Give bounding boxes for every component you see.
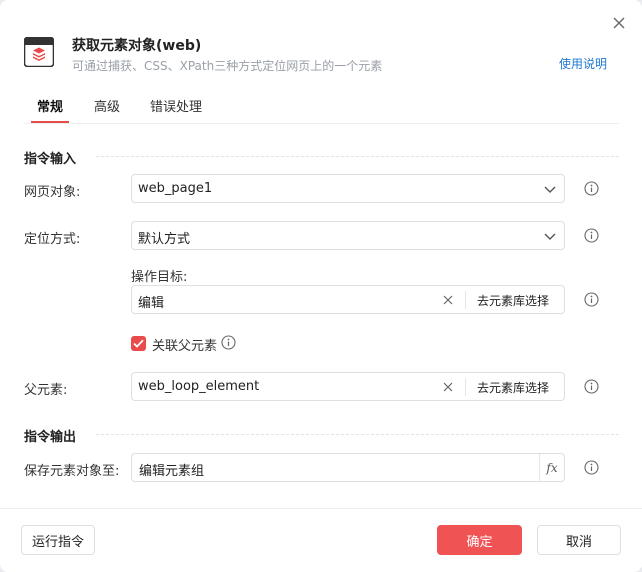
- parent-field[interactable]: web_loop_element 去元素库选择: [131, 372, 565, 401]
- chevron-down-icon: [544, 186, 556, 193]
- confirm-button[interactable]: 确定: [437, 525, 522, 555]
- web-page-select[interactable]: web_page1: [131, 174, 565, 203]
- checkmark-icon: [133, 339, 144, 348]
- field-divider: [465, 291, 466, 309]
- field-divider: [465, 378, 466, 396]
- save-to-label: 保存元素对象至:: [24, 464, 120, 479]
- run-command-button[interactable]: 运行指令: [21, 525, 95, 555]
- locate-mode-label: 定位方式:: [24, 232, 81, 247]
- link-parent-label: 关联父元素: [152, 339, 218, 354]
- info-icon[interactable]: [221, 335, 236, 350]
- save-to-field[interactable]: 编辑元素组 fx: [131, 453, 565, 482]
- dialog-title: 获取元素对象(web): [72, 38, 202, 54]
- info-icon[interactable]: [584, 228, 599, 243]
- web-page-label: 网页对象:: [24, 185, 81, 200]
- save-to-value: 编辑元素组: [139, 464, 205, 479]
- parent-label: 父元素:: [24, 383, 68, 398]
- cancel-button[interactable]: 取消: [537, 525, 621, 555]
- info-icon[interactable]: [584, 379, 599, 394]
- locate-mode-select[interactable]: 默认方式: [131, 221, 565, 250]
- input-section-title: 指令输入: [24, 152, 77, 167]
- target-value: 编辑: [138, 296, 165, 311]
- tab-advanced[interactable]: 高级: [94, 96, 120, 123]
- target-field[interactable]: 编辑 去元素库选择: [131, 285, 565, 314]
- tab-error-handling[interactable]: 错误处理: [150, 96, 202, 123]
- footer-divider: [0, 508, 642, 509]
- dialog-subtitle: 可通过捕获、CSS、XPath三种方式定位网页上的一个元素: [72, 59, 383, 73]
- close-button[interactable]: [607, 11, 631, 35]
- locate-mode-value: 默认方式: [138, 232, 191, 247]
- link-parent-checkbox[interactable]: [131, 336, 146, 351]
- output-section-title: 指令输出: [24, 430, 77, 445]
- tab-bar: 常规 高级 错误处理: [24, 96, 619, 124]
- clear-icon[interactable]: [442, 294, 454, 306]
- web-page-value: web_page1: [138, 181, 213, 196]
- dialog: 获取元素对象(web) 可通过捕获、CSS、XPath三种方式定位网页上的一个元…: [0, 0, 642, 572]
- chevron-down-icon: [544, 233, 556, 240]
- help-link[interactable]: 使用说明: [559, 55, 607, 72]
- section-divider: [96, 156, 619, 157]
- clear-icon[interactable]: [442, 381, 454, 393]
- info-icon[interactable]: [584, 460, 599, 475]
- section-divider: [96, 434, 619, 435]
- info-icon[interactable]: [584, 292, 599, 307]
- formula-button[interactable]: fx: [539, 454, 564, 481]
- target-label: 操作目标:: [131, 270, 188, 285]
- element-library-button[interactable]: 去元素库选择: [477, 292, 549, 309]
- close-icon: [613, 17, 625, 29]
- tab-general[interactable]: 常规: [30, 96, 70, 123]
- browser-element-icon: [24, 37, 54, 67]
- info-icon[interactable]: [584, 181, 599, 196]
- parent-value: web_loop_element: [138, 379, 260, 394]
- element-library-button[interactable]: 去元素库选择: [477, 379, 549, 396]
